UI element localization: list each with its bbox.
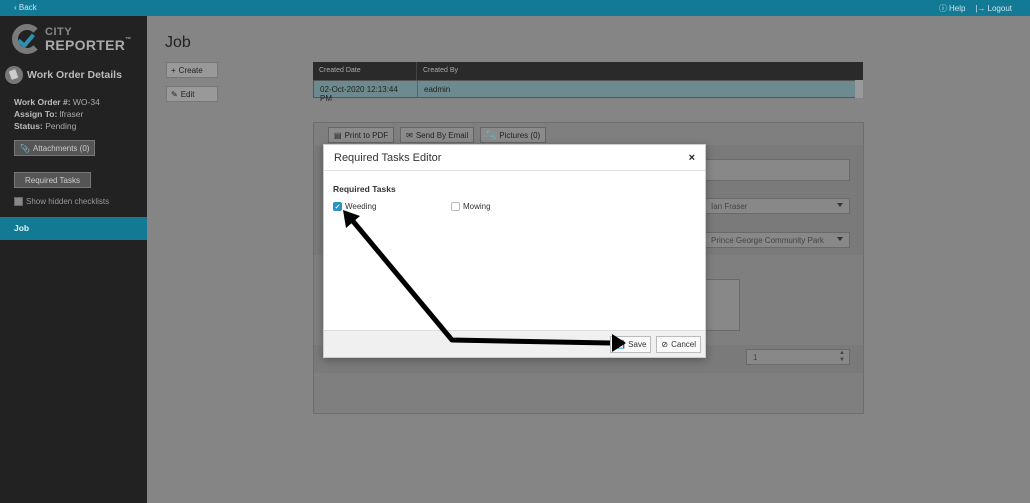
back-link[interactable]: ‹ Back [14, 3, 37, 12]
create-button[interactable]: + Create [166, 62, 218, 78]
task-option-weeding[interactable]: ✓ Weeding [333, 202, 376, 211]
plus-icon: + [171, 65, 176, 75]
show-hidden-label: Show hidden checklists [26, 197, 110, 206]
work-order-number: Work Order #: WO-34 [14, 96, 100, 108]
dialog-header: Required Tasks Editor × [324, 145, 705, 171]
help-link[interactable]: ⓘ Help [939, 3, 965, 14]
chevron-down-icon [837, 203, 843, 207]
status: Status: Pending [14, 120, 100, 132]
task-options: ✓ Weeding Mowing [333, 202, 696, 216]
work-order-details-label: Work Order Details [27, 69, 122, 81]
city-reporter-logo: CITY REPORTER™ [12, 24, 142, 58]
chevron-down-icon [837, 237, 843, 241]
show-hidden-checklists-toggle[interactable]: Show hidden checklists [14, 197, 109, 206]
logo-line2-text: REPORTER [45, 37, 126, 53]
grid-header-created-date[interactable]: Created Date [313, 62, 417, 80]
ban-icon: ⊘ [661, 339, 669, 349]
print-to-pdf-label: Print to PDF [344, 130, 389, 140]
required-tasks-label: Required Tasks [25, 175, 80, 185]
weeding-checkbox[interactable]: ✓ [333, 202, 342, 211]
show-hidden-checkbox[interactable] [14, 197, 23, 206]
attachments-label: Attachments (0) [32, 143, 90, 153]
required-tasks-button[interactable]: Required Tasks [14, 172, 91, 188]
send-by-email-button[interactable]: ✉ Send By Email [400, 127, 475, 143]
dialog-title: Required Tasks Editor [334, 151, 442, 164]
page-title: Job [165, 34, 191, 51]
mowing-checkbox[interactable] [451, 202, 460, 211]
work-order-icon [5, 66, 23, 84]
status-value: Pending [45, 121, 77, 131]
work-order-info: Work Order #: WO-34 Assign To: lfraser S… [14, 96, 100, 132]
location-value: Prince George Community Park [711, 236, 824, 245]
grid-scrollbar[interactable] [855, 80, 863, 98]
help-label: Help [949, 4, 966, 13]
weeding-label: Weeding [345, 202, 377, 211]
task-option-mowing[interactable]: Mowing [451, 202, 491, 211]
attachments-button[interactable]: 📎 Attachments (0) [14, 140, 96, 156]
paperclip-icon: 📎 [20, 143, 30, 153]
edit-label: Edit [180, 89, 195, 99]
email-icon: ✉ [406, 130, 413, 140]
cell-created-date: 02-Oct-2020 12:13:44 PM [314, 81, 418, 103]
cancel-button[interactable]: ⊘ Cancel [656, 335, 701, 353]
assign-to: Assign To: lfraser [14, 108, 100, 120]
top-bar: ‹ Back ⓘ Help |→ Logout [0, 0, 1030, 16]
jobs-grid: Created Date Created By 02-Oct-2020 12:1… [313, 62, 863, 103]
work-order-number-value: WO-34 [72, 97, 100, 107]
cancel-label: Cancel [671, 339, 696, 349]
assignee-value: Ian Fraser [711, 202, 748, 211]
logo-tm: ™ [125, 37, 132, 43]
close-icon[interactable]: × [689, 152, 695, 164]
cell-created-by: eadmin [424, 85, 451, 94]
assign-to-key: Assign To: [14, 109, 58, 119]
logout-link[interactable]: |→ Logout [975, 3, 1012, 14]
notes-textarea[interactable] [704, 279, 740, 331]
create-label: Create [178, 65, 203, 75]
pictures-button[interactable]: 📎 Pictures (0) [480, 127, 547, 143]
location-select[interactable]: Prince George Community Park [704, 232, 850, 248]
save-button[interactable]: 💾 Save [610, 335, 652, 353]
paperclip-icon: 📎 [486, 130, 497, 140]
quantity-value: 1 [753, 353, 758, 362]
table-row[interactable]: 02-Oct-2020 12:13:44 PM eadmin [313, 80, 863, 103]
required-tasks-heading: Required Tasks [333, 184, 396, 194]
help-icon: ⓘ [939, 4, 947, 13]
sidebar-item-job[interactable]: Job [0, 217, 147, 240]
work-order-details-heading: Work Order Details [5, 66, 122, 84]
floppy-disk-icon: 💾 [615, 339, 626, 349]
required-tasks-dialog: Required Tasks Editor × Required Tasks ✓… [323, 144, 706, 358]
logo-line2: REPORTER™ [45, 37, 132, 53]
grid-header: Created Date Created By [313, 62, 863, 80]
send-by-email-label: Send By Email [415, 130, 469, 140]
print-to-pdf-button[interactable]: ▤ Print to PDF [328, 127, 395, 143]
grid-header-created-by[interactable]: Created By [417, 62, 863, 80]
mowing-label: Mowing [463, 202, 491, 211]
assignee-select[interactable]: Ian Fraser [704, 198, 850, 214]
edit-button[interactable]: ✎ Edit [166, 86, 218, 102]
status-key: Status: [14, 121, 43, 131]
logout-icon: |→ [975, 4, 986, 13]
back-label: Back [18, 3, 37, 12]
dialog-body: Required Tasks ✓ Weeding Mowing [324, 171, 705, 229]
dialog-footer: 💾 Save ⊘ Cancel [324, 330, 705, 357]
action-tabs: ▤ Print to PDF ✉ Send By Email 📎 Picture… [328, 127, 547, 143]
logout-label: Logout [987, 4, 1012, 13]
save-label: Save [628, 339, 647, 349]
assign-to-value: lfraser [59, 109, 84, 119]
pictures-label: Pictures (0) [499, 130, 541, 140]
pdf-icon: ▤ [334, 130, 342, 140]
description-field[interactable] [704, 159, 850, 181]
work-order-number-key: Work Order #: [14, 97, 71, 107]
stepper-arrows-icon[interactable]: ▲ ▼ [839, 350, 845, 364]
sidebar: CITY REPORTER™ Work Order Details Work O… [0, 16, 147, 503]
pencil-icon: ✎ [171, 89, 178, 99]
quantity-stepper[interactable]: 1 ▲ ▼ [746, 349, 850, 365]
sidebar-item-job-label: Job [14, 223, 30, 233]
